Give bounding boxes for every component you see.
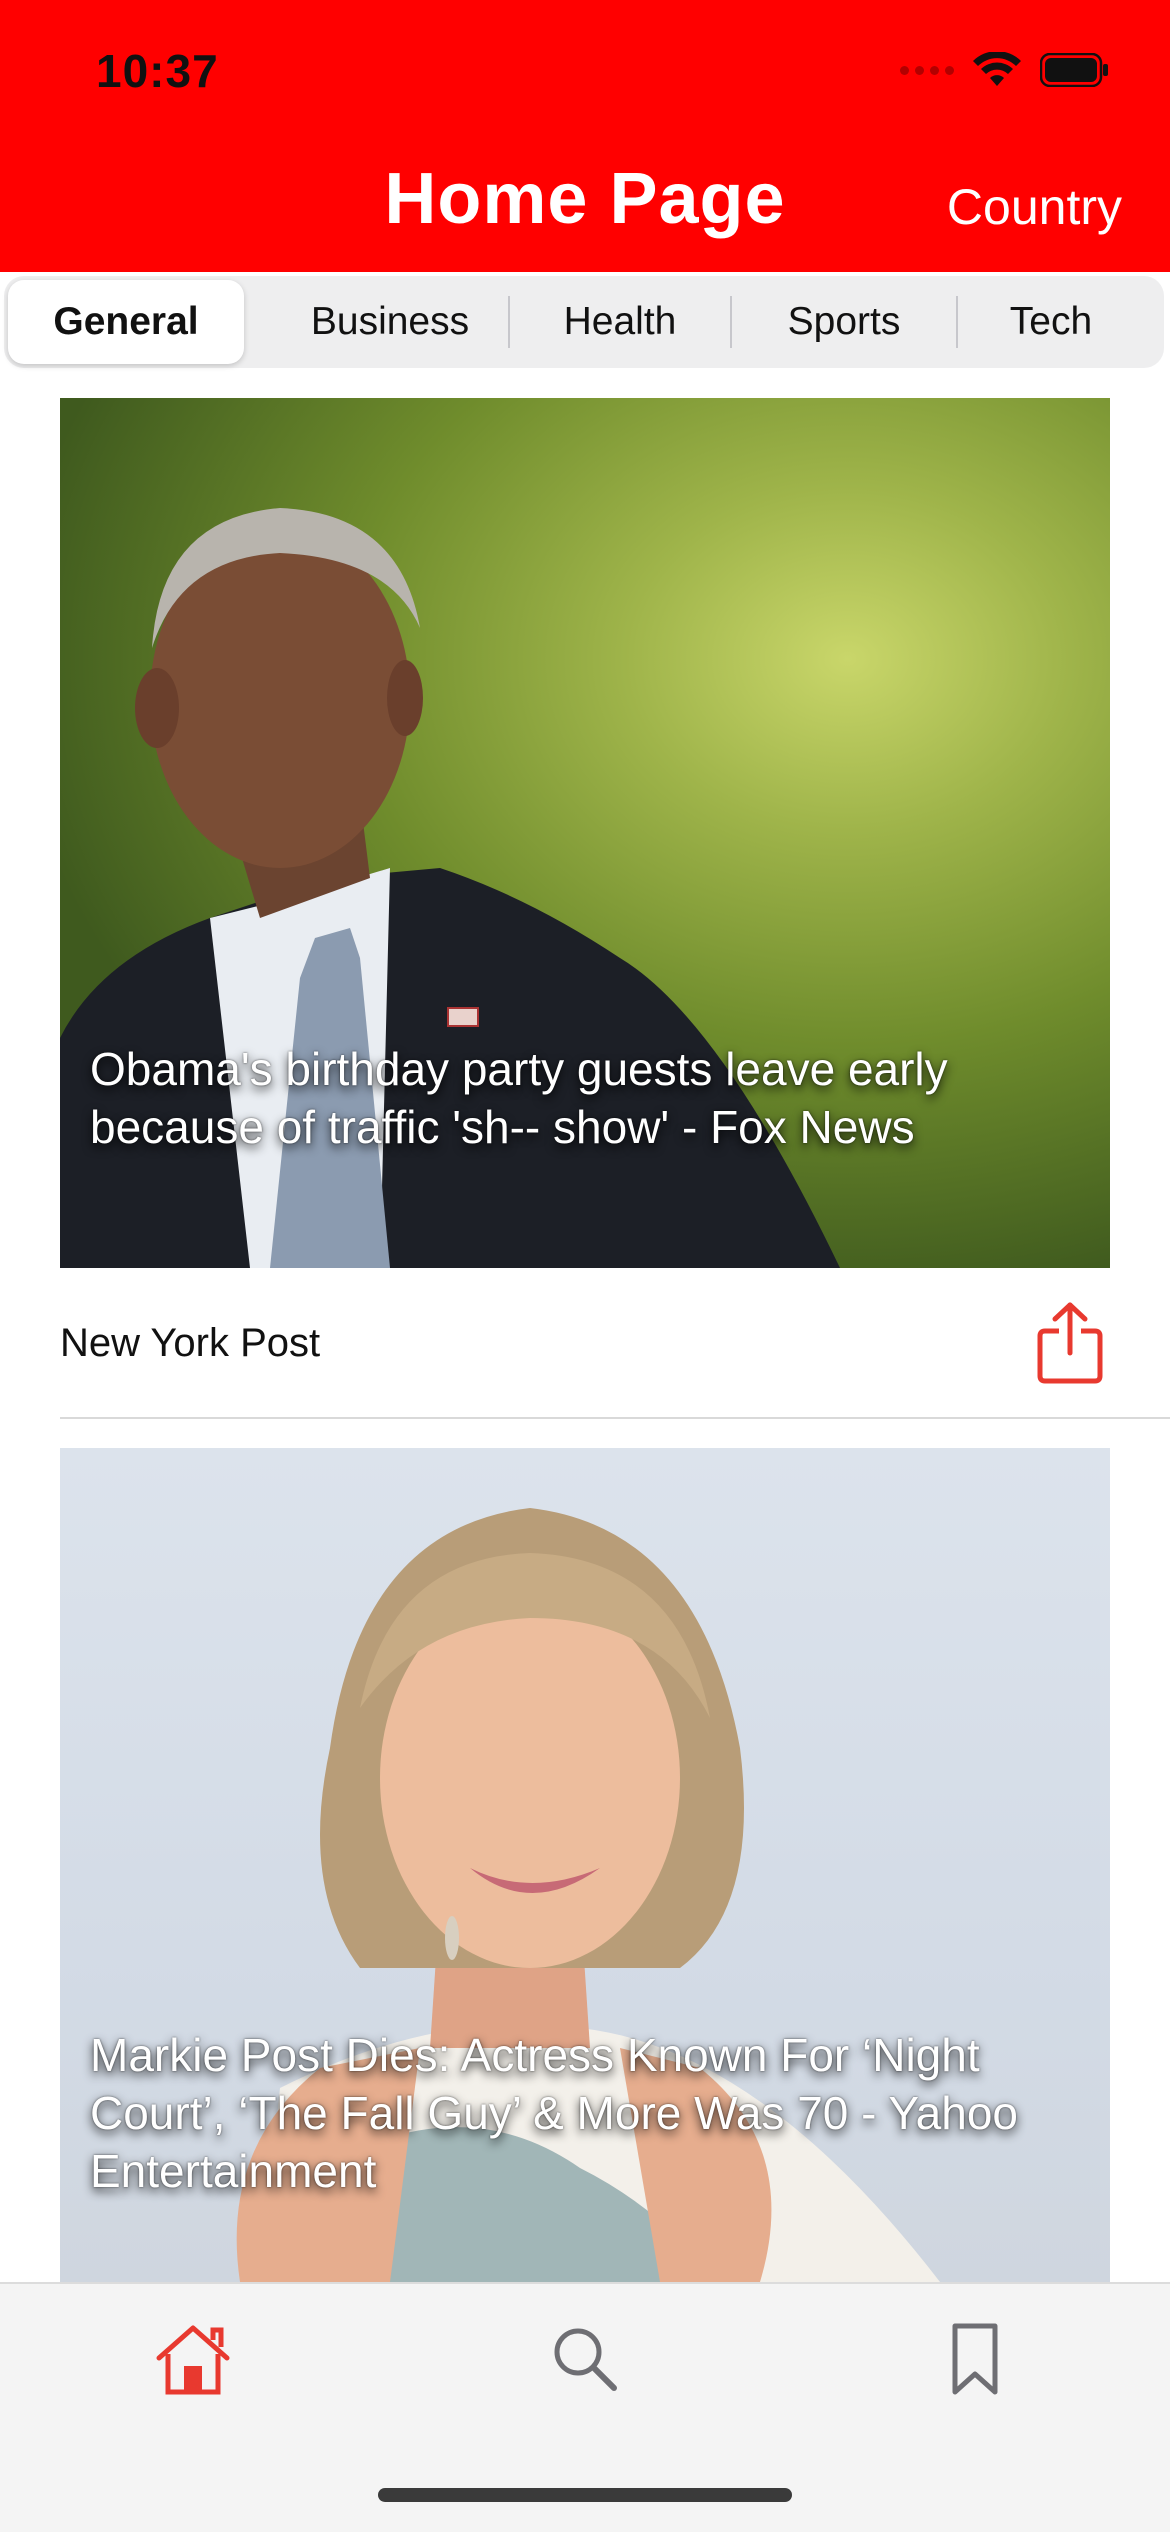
article-headline: Markie Post Dies: Actress Known For ‘Nig… xyxy=(90,2029,1019,2197)
battery-icon xyxy=(1040,53,1108,87)
home-indicator xyxy=(378,2488,792,2502)
tab-search[interactable] xyxy=(540,2314,630,2404)
country-button[interactable]: Country xyxy=(947,178,1122,236)
home-icon xyxy=(156,2325,230,2395)
article-source: New York Post xyxy=(60,1320,321,1365)
article-card[interactable]: Obama's birthday party guests leave earl… xyxy=(60,398,1110,1268)
wifi-icon xyxy=(973,52,1021,86)
status-indicators xyxy=(900,52,1110,88)
status-time: 10:37 xyxy=(96,45,219,97)
tab-bookmarks[interactable] xyxy=(930,2314,1020,2404)
search-icon xyxy=(554,2328,617,2391)
article-card[interactable]: Markie Post Dies: Actress Known For ‘Nig… xyxy=(60,1448,1110,2282)
segment-health[interactable]: Health xyxy=(510,280,730,364)
tab-home[interactable] xyxy=(148,2314,238,2404)
segment-general[interactable]: General xyxy=(8,280,244,364)
cellular-signal-icon xyxy=(900,65,954,75)
bookmark-icon xyxy=(952,2323,998,2395)
article-meta-row: New York Post xyxy=(60,1298,1110,1388)
share-icon xyxy=(1037,1302,1103,1384)
segment-business[interactable]: Business xyxy=(272,280,508,364)
segment-sports[interactable]: Sports xyxy=(732,280,956,364)
share-button[interactable] xyxy=(1030,1298,1110,1388)
row-divider xyxy=(60,1417,1170,1419)
navigation-header: 10:37 Home Page Country xyxy=(0,0,1170,272)
category-segmented-control: General Business Health Sports Tech xyxy=(4,276,1164,368)
article-headline: Obama's birthday party guests leave earl… xyxy=(90,1043,948,1153)
segment-tech[interactable]: Tech xyxy=(958,280,1144,364)
